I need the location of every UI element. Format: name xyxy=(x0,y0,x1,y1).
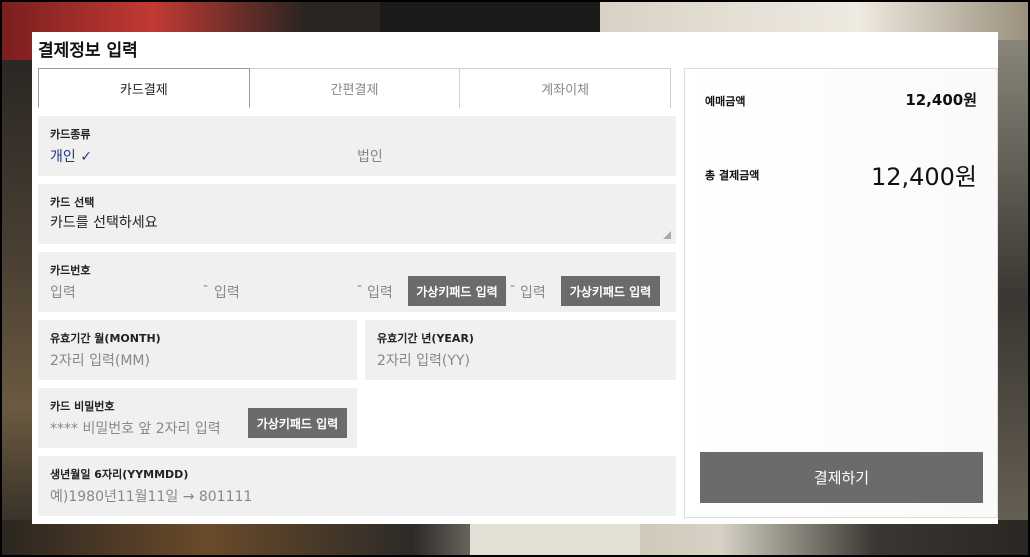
card-type-label: 카드종류 xyxy=(50,128,91,141)
card-number-input-4[interactable]: 입력 xyxy=(520,282,546,302)
card-select-dropdown[interactable]: 카드 선택 카드를 선택하세요 xyxy=(38,184,676,244)
card-select-value: 카드를 선택하세요 xyxy=(50,215,158,231)
birth-date-placeholder: 예)1980년11월11일 → 801111 xyxy=(50,489,253,505)
expiry-month-placeholder: 2자리 입력(MM) xyxy=(50,353,150,369)
booking-amount-value: 12,400원 xyxy=(905,91,977,109)
expiry-month-input[interactable]: 유효기간 월(MONTH) 2자리 입력(MM) xyxy=(38,320,357,380)
separator: - xyxy=(510,278,516,294)
payment-panel: 결제정보 입력 카드결제 간편결제 계좌이체 카드종류 개인 ✓ 법인 카드 선… xyxy=(32,32,998,524)
card-number-keypad-button-3[interactable]: 가상키패드 입력 xyxy=(408,276,506,306)
card-number-input-1[interactable]: 입력 xyxy=(50,282,76,302)
total-amount-value: 12,400원 xyxy=(870,163,977,191)
card-password-input[interactable]: **** 비밀번호 앞 2자리 입력 xyxy=(50,418,221,438)
card-number-input-2[interactable]: 입력 xyxy=(214,282,240,302)
birth-date-label: 생년월일 6자리(YYMMDD) xyxy=(50,468,189,481)
tab-bank-transfer[interactable]: 계좌이체 xyxy=(460,68,672,108)
card-number-label: 카드번호 xyxy=(50,264,91,277)
card-type-personal-label: 개인 xyxy=(50,149,76,165)
tab-card[interactable]: 카드결제 xyxy=(38,68,250,108)
payment-summary: 예매금액 12,400원 총 결제금액 12,400원 결제하기 xyxy=(684,68,998,518)
total-amount-label: 총 결제금액 xyxy=(705,169,760,182)
resize-handle-icon xyxy=(663,231,671,239)
card-number-keypad-button-4[interactable]: 가상키패드 입력 xyxy=(561,276,660,306)
payment-tabs: 카드결제 간편결제 계좌이체 xyxy=(38,68,672,108)
card-type-corporate-option[interactable]: 법인 xyxy=(357,146,383,166)
card-number-input-3[interactable]: 입력 xyxy=(367,282,393,302)
separator: - xyxy=(357,278,363,294)
expiry-year-label: 유효기간 년(YEAR) xyxy=(377,332,474,345)
card-type-personal-option[interactable]: 개인 ✓ xyxy=(50,146,92,166)
expiry-month-label: 유효기간 월(MONTH) xyxy=(50,332,161,345)
card-type-field: 카드종류 개인 ✓ 법인 xyxy=(38,116,676,176)
card-password-label: 카드 비밀번호 xyxy=(50,400,115,413)
pay-button[interactable]: 결제하기 xyxy=(700,452,983,503)
card-password-field: 카드 비밀번호 **** 비밀번호 앞 2자리 입력 가상키패드 입력 xyxy=(38,388,357,448)
tab-easy-pay[interactable]: 간편결제 xyxy=(249,68,461,108)
expiry-year-placeholder: 2자리 입력(YY) xyxy=(377,353,470,369)
card-select-label: 카드 선택 xyxy=(50,196,95,209)
expiry-year-input[interactable]: 유효기간 년(YEAR) 2자리 입력(YY) xyxy=(365,320,676,380)
card-number-field: 카드번호 입력 - 입력 - 입력 가상키패드 입력 - 입력 가상키패드 입력 xyxy=(38,252,676,312)
page-title: 결제정보 입력 xyxy=(38,41,138,61)
birth-date-input[interactable]: 생년월일 6자리(YYMMDD) 예)1980년11월11일 → 801111 xyxy=(38,456,676,516)
password-keypad-button[interactable]: 가상키패드 입력 xyxy=(248,408,347,438)
booking-amount-label: 예매금액 xyxy=(705,95,746,108)
check-icon: ✓ xyxy=(80,149,92,165)
separator: - xyxy=(203,278,209,294)
